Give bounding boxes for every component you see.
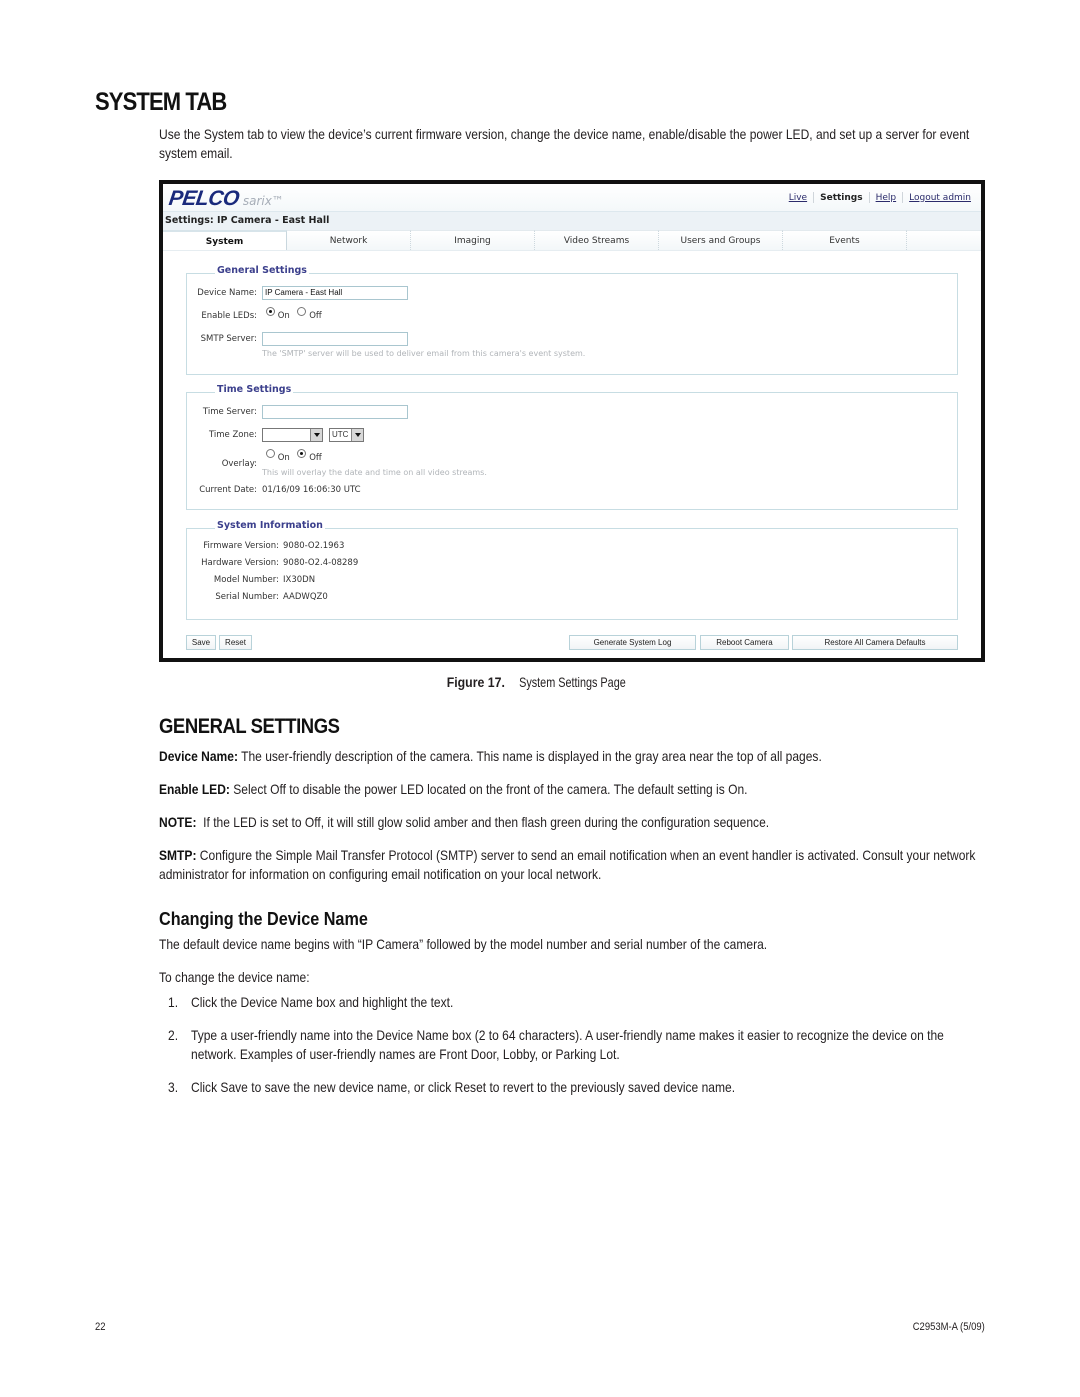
note-label: NOTE: — [159, 814, 197, 830]
section-title: GENERAL SETTINGS — [159, 715, 340, 738]
step-number: 3. — [168, 1079, 179, 1095]
chevron-down-icon — [310, 429, 322, 441]
logo-brand: PELCO — [167, 187, 241, 210]
overlay-off-radio[interactable] — [297, 449, 307, 458]
top-nav: Live Settings Help Logout admin — [789, 192, 971, 203]
time-server-label: Time Server: — [202, 407, 257, 417]
note-text: If the LED is set to Off, it will still … — [196, 814, 770, 830]
time-zone-label: Time Zone: — [208, 430, 257, 440]
page-title: SYSTEM TAB — [95, 88, 227, 116]
step-text: Click Save to save the new device name, … — [191, 1079, 736, 1095]
smtp-hint: The 'SMTP' server will be used to delive… — [262, 349, 586, 358]
overlay-hint: This will overlay the date and time on a… — [262, 468, 487, 477]
nav-live-link[interactable]: Live — [789, 193, 807, 203]
step-number: 2. — [168, 1027, 179, 1043]
tab-filler — [907, 230, 981, 250]
device-name-label: Device Name: — [197, 288, 257, 298]
reset-button[interactable]: Reset — [219, 635, 252, 650]
time-settings-legend: Time Settings — [215, 384, 294, 395]
time-server-input[interactable] — [262, 405, 408, 419]
overlay-off-label: Off — [309, 453, 322, 463]
step-text: Click the Device Name box and highlight … — [191, 994, 454, 1010]
time-zone-select[interactable] — [262, 428, 323, 442]
settings-tabs: System Network Imaging Video Streams Use… — [163, 230, 981, 251]
figure-caption-label: Figure 17. — [446, 674, 506, 690]
save-button[interactable]: Save — [186, 635, 216, 650]
time-settings-group: Time Settings Time Server: Time Zone: UT… — [186, 384, 958, 510]
overlay-on-label: On — [277, 453, 290, 463]
logo-product: sarix™ — [242, 194, 284, 208]
overlay-on-radio[interactable] — [266, 449, 275, 458]
restore-defaults-button[interactable]: Restore All Camera Defaults — [792, 635, 958, 650]
nav-separator — [813, 192, 815, 203]
current-date-label: Current Date: — [199, 485, 257, 495]
tab-system[interactable]: System — [163, 230, 287, 250]
leds-off-label: Off — [309, 311, 322, 321]
time-zone-suffix-value: UTC — [332, 430, 349, 439]
figure-caption-text: System Settings Page — [519, 674, 626, 690]
tab-events[interactable]: Events — [783, 230, 907, 250]
definition-text: Configure the Simple Mail Transfer Proto… — [159, 847, 976, 882]
hardware-version-label: Hardware Version: — [201, 558, 279, 568]
system-information-group: System Information Firmware Version: 908… — [186, 520, 958, 620]
serial-number-label: Serial Number: — [215, 592, 279, 602]
pelco-logo: PELCO sarix™ — [167, 187, 284, 210]
footer-doc-id: C2953M-A (5/09) — [912, 1321, 985, 1333]
generate-system-log-button[interactable]: Generate System Log — [569, 635, 696, 650]
step-number: 1. — [168, 994, 179, 1010]
nav-help-link[interactable]: Help — [876, 193, 897, 203]
figure-caption: Figure 17. System Settings Page — [0, 674, 1080, 690]
subsection-intro: The default device name begins with “IP … — [159, 936, 768, 952]
time-zone-suffix-select[interactable]: UTC — [329, 428, 364, 442]
intro-paragraph: Use the System tab to view the device’s … — [159, 126, 970, 161]
footer-page-number: 22 — [95, 1321, 106, 1333]
nav-logout-link[interactable]: Logout admin — [909, 193, 971, 203]
chevron-down-icon — [351, 429, 363, 441]
nav-settings-current[interactable]: Settings — [820, 193, 862, 203]
app-header: PELCO sarix™ Live Settings Help Logout a… — [163, 184, 981, 212]
tab-network[interactable]: Network — [287, 230, 411, 250]
leds-on-radio[interactable] — [266, 307, 275, 316]
leds-off-radio[interactable] — [297, 307, 307, 316]
general-settings-legend: General Settings — [215, 265, 309, 276]
firmware-version-label: Firmware Version: — [203, 541, 279, 551]
definition-text: The user-friendly description of the cam… — [237, 748, 822, 764]
definition-text: Select Off to disable the power LED loca… — [229, 781, 748, 797]
subsection-title: Changing the Device Name — [159, 909, 368, 929]
general-settings-group: General Settings Device Name: IP Camera … — [186, 265, 958, 375]
system-information-legend: System Information — [215, 520, 325, 531]
current-date-value: 01/16/09 16:06:30 UTC — [262, 485, 361, 495]
breadcrumb: Settings: IP Camera - East Hall — [163, 212, 981, 230]
hardware-version-value: 9080-O2.4-08289 — [283, 558, 359, 568]
steps-intro: To change the device name: — [159, 969, 310, 985]
definition-device-name: Device Name: The user-friendly descripti… — [159, 747, 985, 766]
firmware-version-value: 9080-O2.1963 — [283, 541, 345, 551]
step-text: Type a user-friendly name into the Devic… — [191, 1027, 944, 1062]
smtp-server-label: SMTP Server: — [200, 334, 257, 344]
tab-users-and-groups[interactable]: Users and Groups — [659, 230, 783, 250]
tab-imaging[interactable]: Imaging — [411, 230, 535, 250]
note-paragraph: NOTE: If the LED is set to Off, it will … — [159, 813, 985, 832]
smtp-server-input[interactable] — [262, 332, 408, 346]
nav-separator — [868, 192, 870, 203]
device-name-input[interactable]: IP Camera - East Hall — [262, 286, 408, 300]
definition-enable-led: Enable LED: Select Off to disable the po… — [159, 780, 985, 799]
tab-video-streams[interactable]: Video Streams — [535, 230, 659, 250]
definition-smtp: SMTP: Configure the Simple Mail Transfer… — [159, 846, 985, 884]
system-settings-screenshot: PELCO sarix™ Live Settings Help Logout a… — [159, 180, 985, 662]
nav-separator — [902, 192, 904, 203]
serial-number-value: AADWQZ0 — [283, 592, 328, 602]
model-number-label: Model Number: — [213, 575, 279, 585]
definition-term: Enable LED: — [159, 781, 230, 797]
overlay-label: Overlay: — [221, 459, 257, 469]
leds-on-label: On — [277, 311, 290, 321]
definition-term: SMTP: — [159, 847, 197, 863]
enable-leds-label: Enable LEDs: — [201, 311, 257, 321]
definition-term: Device Name: — [159, 748, 238, 764]
reboot-camera-button[interactable]: Reboot Camera — [700, 635, 789, 650]
model-number-value: IX30DN — [283, 575, 316, 585]
